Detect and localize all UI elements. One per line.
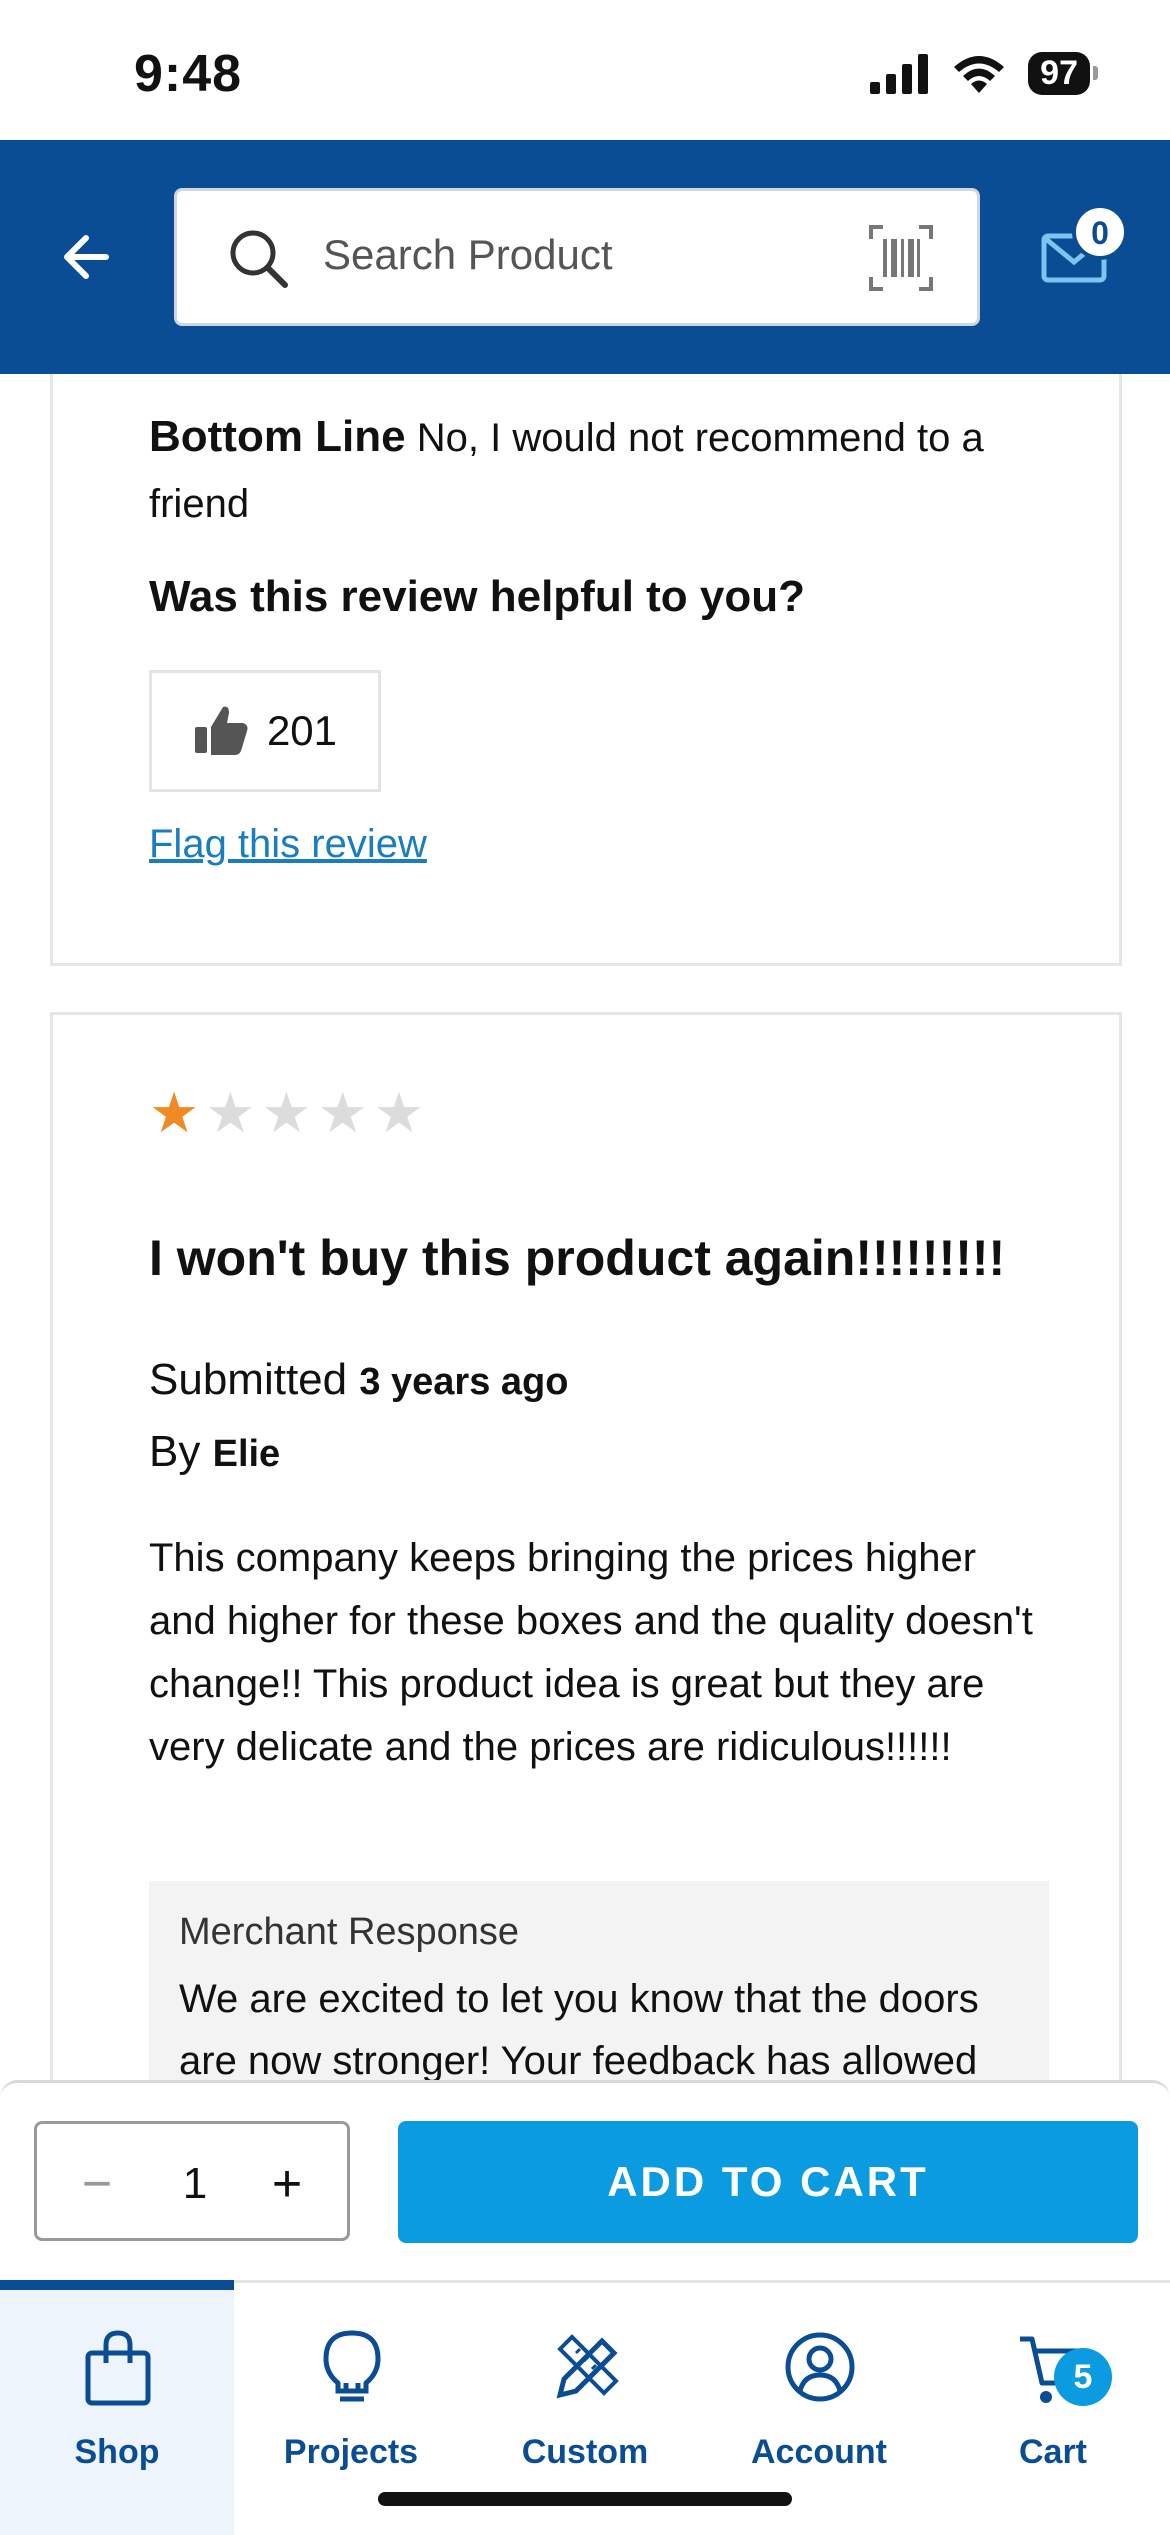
mail-count-badge: 0 [1072,204,1128,260]
tab-label: Cart [1018,2433,1088,2471]
thumbs-up-icon [194,706,248,755]
wifi-icon [954,55,1005,93]
star-icon: ★ [205,1081,256,1144]
shopping-bag-icon [85,2330,151,2406]
review-submitted: Submitted 3 years ago [149,1355,568,1405]
author-name: Elie [212,1433,281,1475]
quantity-value[interactable]: 1 [147,2144,243,2224]
tab-label: Projects [283,2433,419,2471]
bottom-line-label: Bottom Line [149,412,406,461]
submitted-value: 3 years ago [359,1361,569,1403]
top-navigation-bar: Search Product 0 [0,140,1170,374]
cart-count-badge: 5 [1054,2348,1112,2406]
user-circle-icon [785,2332,855,2402]
review-card: ★ ★ ★ ★ ★ I won't buy this product again… [50,1012,1122,2181]
review-title: I won't buy this product again!!!!!!!!! [149,1230,1006,1286]
by-label: By [149,1427,201,1476]
merchant-response-label: Merchant Response [179,1911,520,1953]
tab-label: Account [751,2433,887,2471]
back-arrow-icon[interactable] [56,226,118,288]
add-to-cart-bar: − 1 + ADD TO CART [0,2080,1170,2280]
helpful-vote-button[interactable]: 201 [149,670,381,792]
quantity-stepper[interactable]: − 1 + [34,2121,350,2241]
tab-label: Custom [521,2433,649,2471]
barcode-scan-icon[interactable] [869,225,933,291]
pencil-ruler-icon [556,2334,619,2399]
increase-quantity-button[interactable]: + [247,2144,327,2224]
review-card-previous: Bottom Line No, I would not recommend to… [50,374,1122,966]
helpful-question: Was this review helpful to you? [149,572,806,621]
submitted-label: Submitted [149,1355,348,1404]
decrease-quantity-button[interactable]: − [57,2144,137,2224]
bottom-line: Bottom Line No, I would not recommend to… [149,404,1049,537]
search-placeholder: Search Product [323,231,613,278]
status-time: 9:48 [134,45,243,103]
star-icon: ★ [373,1081,425,1144]
status-icons: 97 [870,52,1098,95]
signal-icon [870,53,929,94]
star-icon: ★ [149,1081,200,1144]
tab-shop[interactable]: Shop [0,2280,234,2535]
status-bar: 9:48 97 [0,0,1170,140]
review-author: By Elie [149,1427,280,1477]
lightbulb-icon [323,2330,381,2402]
rating-stars: ★ ★ ★ ★ ★ [149,1085,424,1141]
active-tab-indicator [0,2280,234,2290]
tab-label: Shop [74,2433,160,2471]
tab-cart[interactable]: Cart [936,2283,1170,2535]
search-icon [230,230,288,288]
flag-review-link[interactable]: Flag this review [149,822,427,867]
merchant-response-text: We are excited to let you know that the … [179,1977,979,2083]
add-to-cart-button[interactable]: ADD TO CART [398,2121,1138,2243]
star-icon: ★ [317,1081,368,1144]
search-input[interactable]: Search Product [174,188,980,326]
home-indicator [378,2492,792,2506]
star-icon: ★ [261,1081,312,1144]
review-body: This company keeps bringing the prices h… [149,1536,1033,1769]
helpful-count: 201 [266,707,338,754]
battery-indicator: 97 [1028,52,1098,95]
